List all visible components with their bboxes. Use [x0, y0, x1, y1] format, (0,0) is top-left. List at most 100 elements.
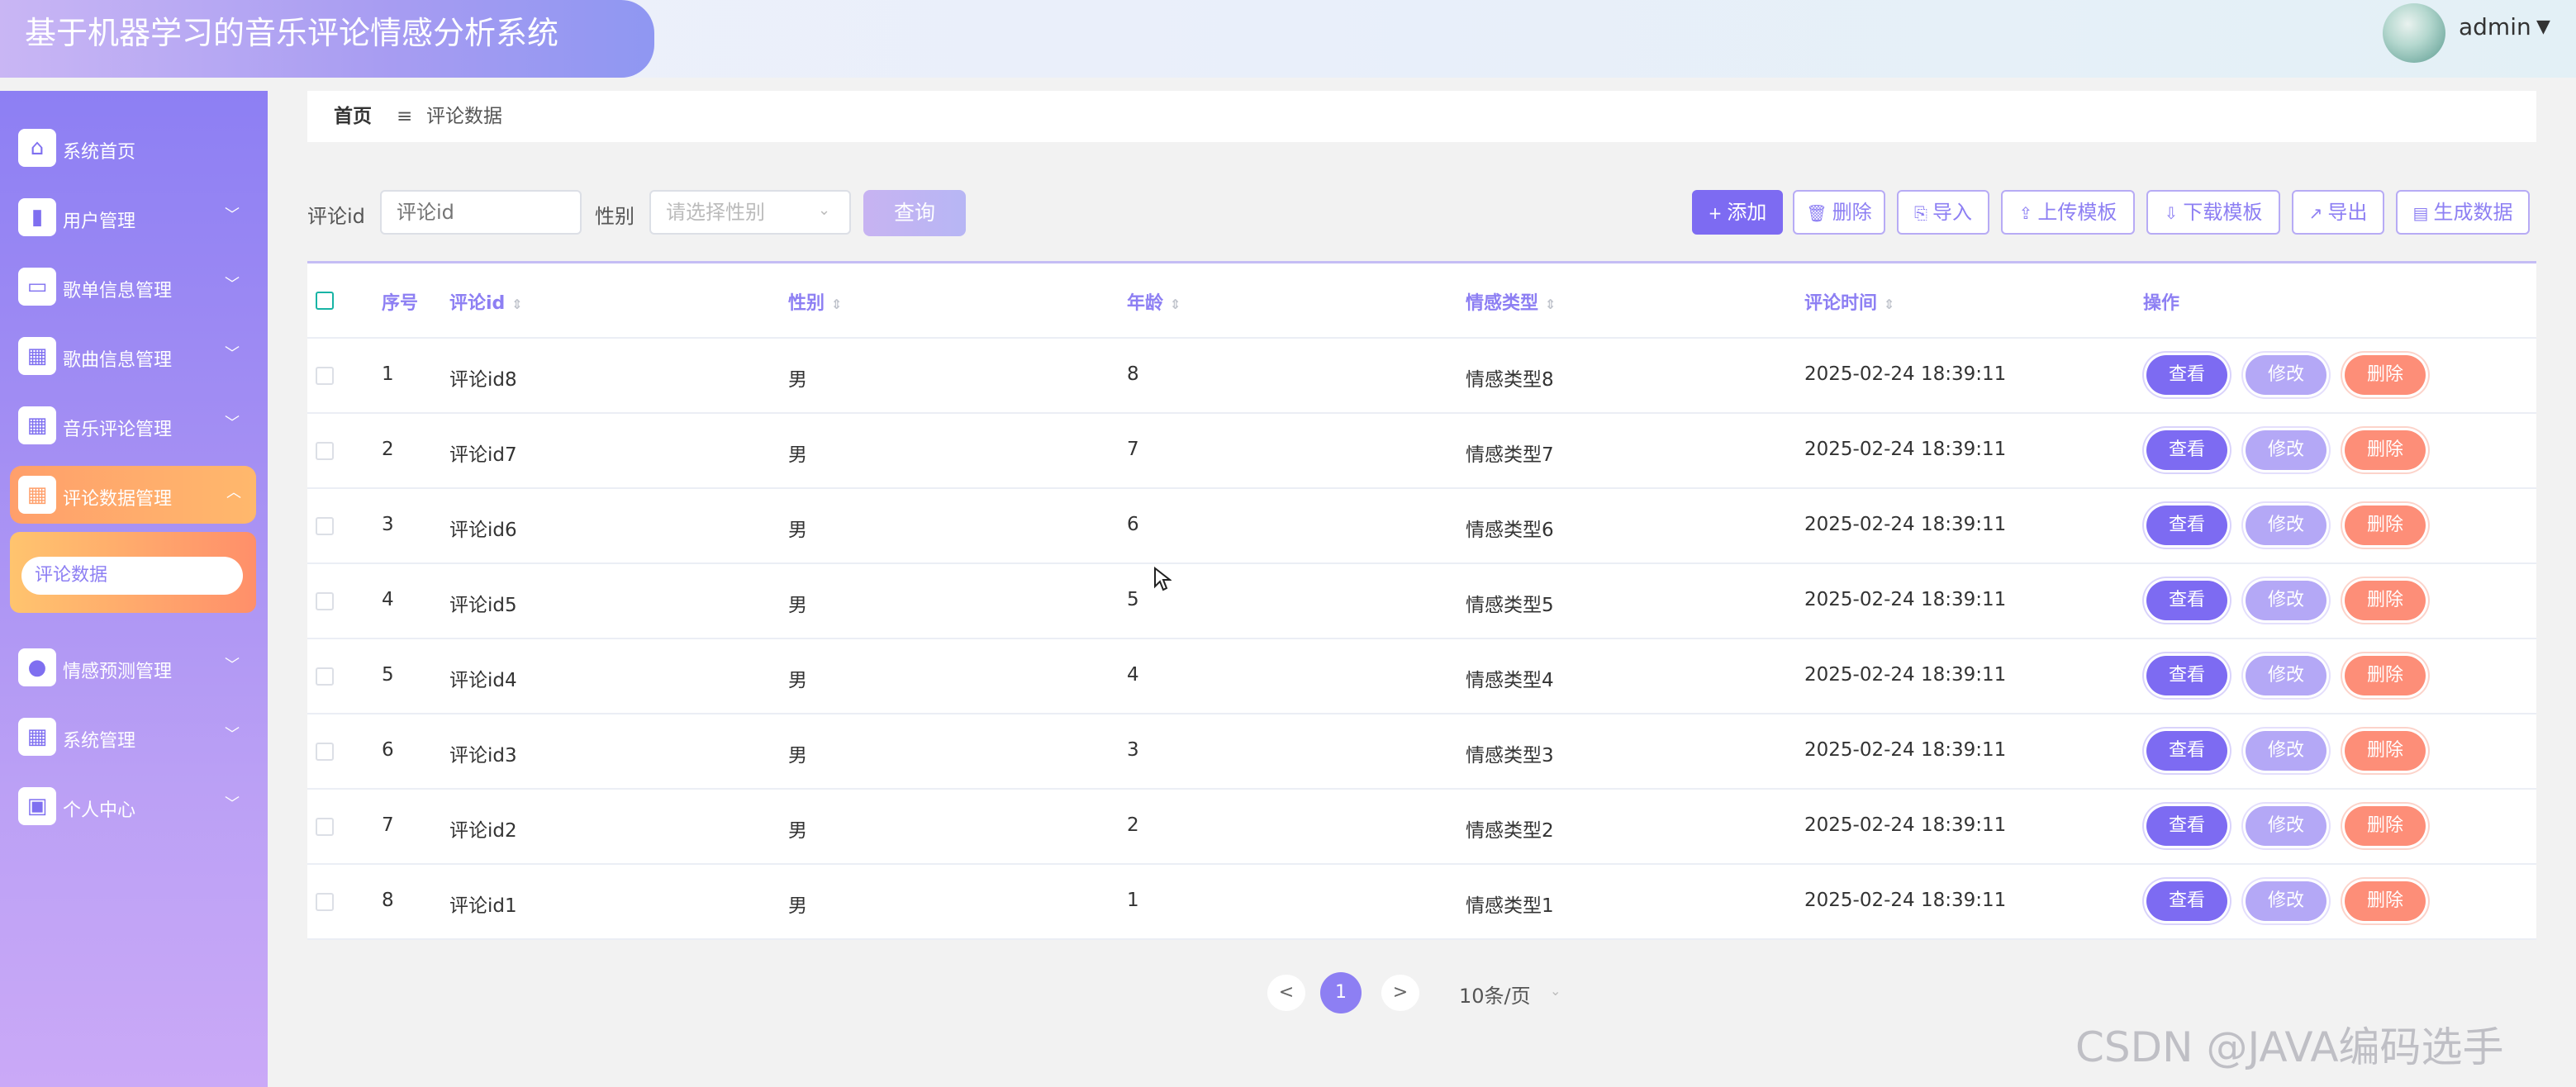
edit-button[interactable]: 修改	[2246, 881, 2326, 921]
breadcrumb-current: 评论数据	[426, 106, 502, 127]
trash-icon: 🗑	[1806, 203, 1827, 223]
row-checkbox[interactable]	[316, 592, 334, 610]
watermark: CSDN @JAVA编码选手	[2075, 1023, 2504, 1071]
edit-button[interactable]: 修改	[2246, 731, 2326, 771]
gender-label: 性别	[595, 205, 634, 228]
delete-row-button[interactable]: 删除	[2345, 581, 2426, 620]
sidebar-item[interactable]: ▦ 系统管理 ﹀	[0, 708, 268, 766]
import-button[interactable]: ⎘ 导入	[1897, 190, 1989, 235]
view-button[interactable]: 查看	[2146, 731, 2227, 771]
page-1-button[interactable]: 1	[1320, 972, 1362, 1013]
col-header-comment-id-label: 评论id	[449, 293, 506, 314]
cell-time: 2025-02-24 18:39:11	[1804, 890, 2007, 911]
row-checkbox[interactable]	[316, 743, 334, 761]
upload-template-button[interactable]: ⇪ 上传模板	[2001, 190, 2135, 235]
caret-down-icon[interactable]: ▼	[2536, 17, 2550, 37]
cell-emotion: 情感类型2	[1466, 820, 1554, 842]
sort-icon[interactable]: ⇕	[1170, 297, 1181, 312]
sort-icon[interactable]: ⇕	[831, 297, 842, 312]
data-table: 序号 评论id ⇕ 性别 ⇕ 年龄 ⇕ 情感类型 ⇕ 评论时间 ⇕ 操作 1 评论id8 男 8…	[307, 261, 2536, 940]
delete-row-button[interactable]: 删除	[2345, 430, 2426, 470]
col-header-emotion[interactable]: 情感类型 ⇕	[1466, 288, 1556, 315]
delete-row-button[interactable]: 删除	[2345, 656, 2426, 695]
cell-age: 3	[1127, 739, 1139, 761]
edit-button[interactable]: 修改	[2246, 506, 2326, 545]
mouse-cursor-icon	[1154, 567, 1172, 591]
cell-comment-id: 评论id5	[449, 595, 517, 616]
delete-row-button[interactable]: 删除	[2345, 731, 2426, 771]
view-button[interactable]: 查看	[2146, 656, 2227, 695]
cell-time: 2025-02-24 18:39:11	[1804, 589, 2007, 610]
view-button[interactable]: 查看	[2146, 430, 2227, 470]
edit-button[interactable]: 修改	[2246, 430, 2326, 470]
sidebar-item[interactable]: ▭ 歌单信息管理 ﹀	[0, 258, 268, 316]
row-checkbox[interactable]	[316, 893, 334, 911]
next-page-button[interactable]: >	[1381, 975, 1419, 1011]
export-label: 导出	[2327, 201, 2368, 224]
delete-label: 删除	[1832, 201, 1872, 224]
submenu-item-comment-data[interactable]: 评论数据	[21, 557, 243, 595]
cell-emotion: 情感类型1	[1466, 895, 1554, 917]
prev-page-button[interactable]: <	[1267, 975, 1305, 1011]
delete-button[interactable]: 🗑 删除	[1793, 190, 1885, 235]
edit-button[interactable]: 修改	[2246, 355, 2326, 395]
edit-button[interactable]: 修改	[2246, 581, 2326, 620]
generate-data-button[interactable]: ▤ 生成数据	[2396, 190, 2530, 235]
export-button[interactable]: ↗ 导出	[2292, 190, 2384, 235]
download-template-label: 下载模板	[2183, 201, 2263, 224]
delete-row-button[interactable]: 删除	[2345, 355, 2426, 395]
col-header-gender[interactable]: 性别 ⇕	[788, 288, 842, 315]
cell-time: 2025-02-24 18:39:11	[1804, 814, 2007, 836]
avatar[interactable]	[2383, 3, 2445, 63]
breadcrumb-home[interactable]: 首页	[334, 91, 372, 142]
sidebar-item-label: 情感预测管理	[63, 662, 173, 682]
row-checkbox[interactable]	[316, 517, 334, 535]
col-header-comment-id[interactable]: 评论id ⇕	[449, 288, 523, 315]
view-button[interactable]: 查看	[2146, 355, 2227, 395]
sort-icon[interactable]: ⇕	[1884, 297, 1894, 312]
view-button[interactable]: 查看	[2146, 881, 2227, 921]
query-button[interactable]: 查询	[863, 190, 966, 236]
delete-row-button[interactable]: 删除	[2345, 506, 2426, 545]
sidebar-item[interactable]: ▦ 音乐评论管理 ﹀	[0, 396, 268, 454]
cell-index: 1	[382, 363, 394, 385]
view-button[interactable]: 查看	[2146, 581, 2227, 620]
view-button[interactable]: 查看	[2146, 806, 2227, 846]
cell-gender: 男	[788, 670, 807, 691]
sort-icon[interactable]: ⇕	[511, 297, 522, 312]
row-checkbox[interactable]	[316, 818, 334, 836]
add-label: 添加	[1727, 201, 1767, 224]
upload-template-label: 上传模板	[2037, 201, 2117, 224]
page-size-select[interactable]: 10条/页	[1459, 980, 1531, 1009]
chevron-down-icon[interactable]: ⌄	[1550, 983, 1561, 999]
download-template-button[interactable]: ⇩ 下载模板	[2146, 190, 2280, 235]
breadcrumb: 首页 ≡ 评论数据	[307, 91, 2536, 142]
row-checkbox[interactable]	[316, 442, 334, 460]
sidebar-item[interactable]: ▦ 评论数据管理 ︿	[10, 466, 256, 524]
user-name[interactable]: admin	[2459, 13, 2531, 40]
col-header-gender-label: 性别	[788, 293, 825, 314]
grid-icon: ▦	[18, 406, 56, 444]
sidebar-item[interactable]: ▣ 个人中心 ﹀	[0, 777, 268, 835]
edit-button[interactable]: 修改	[2246, 806, 2326, 846]
row-checkbox[interactable]	[316, 367, 334, 385]
sort-icon[interactable]: ⇕	[1545, 297, 1556, 312]
cell-index: 5	[382, 664, 394, 686]
sidebar-item[interactable]: ● 情感预测管理 ﹀	[0, 638, 268, 696]
sidebar-item[interactable]: ▦ 歌曲信息管理 ﹀	[0, 327, 268, 385]
table-row: 6 评论id3 男 3 情感类型3 2025-02-24 18:39:11 查看 修改 删除	[307, 714, 2536, 790]
select-all-checkbox[interactable]	[316, 292, 334, 310]
col-header-time[interactable]: 评论时间 ⇕	[1804, 288, 1894, 315]
add-button[interactable]: + 添加	[1692, 190, 1783, 235]
chevron-up-icon: ︿	[226, 484, 241, 501]
view-button[interactable]: 查看	[2146, 506, 2227, 545]
edit-button[interactable]: 修改	[2246, 656, 2326, 695]
comment-id-input[interactable]	[380, 190, 582, 235]
sidebar-item-label: 音乐评论管理	[63, 420, 173, 440]
sidebar-item[interactable]: ▮ 用户管理 ﹀	[0, 188, 268, 246]
delete-row-button[interactable]: 删除	[2345, 806, 2426, 846]
delete-row-button[interactable]: 删除	[2345, 881, 2426, 921]
col-header-age[interactable]: 年龄 ⇕	[1127, 288, 1181, 315]
row-checkbox[interactable]	[316, 667, 334, 686]
sidebar-item[interactable]: ⌂ 系统首页	[0, 119, 268, 177]
